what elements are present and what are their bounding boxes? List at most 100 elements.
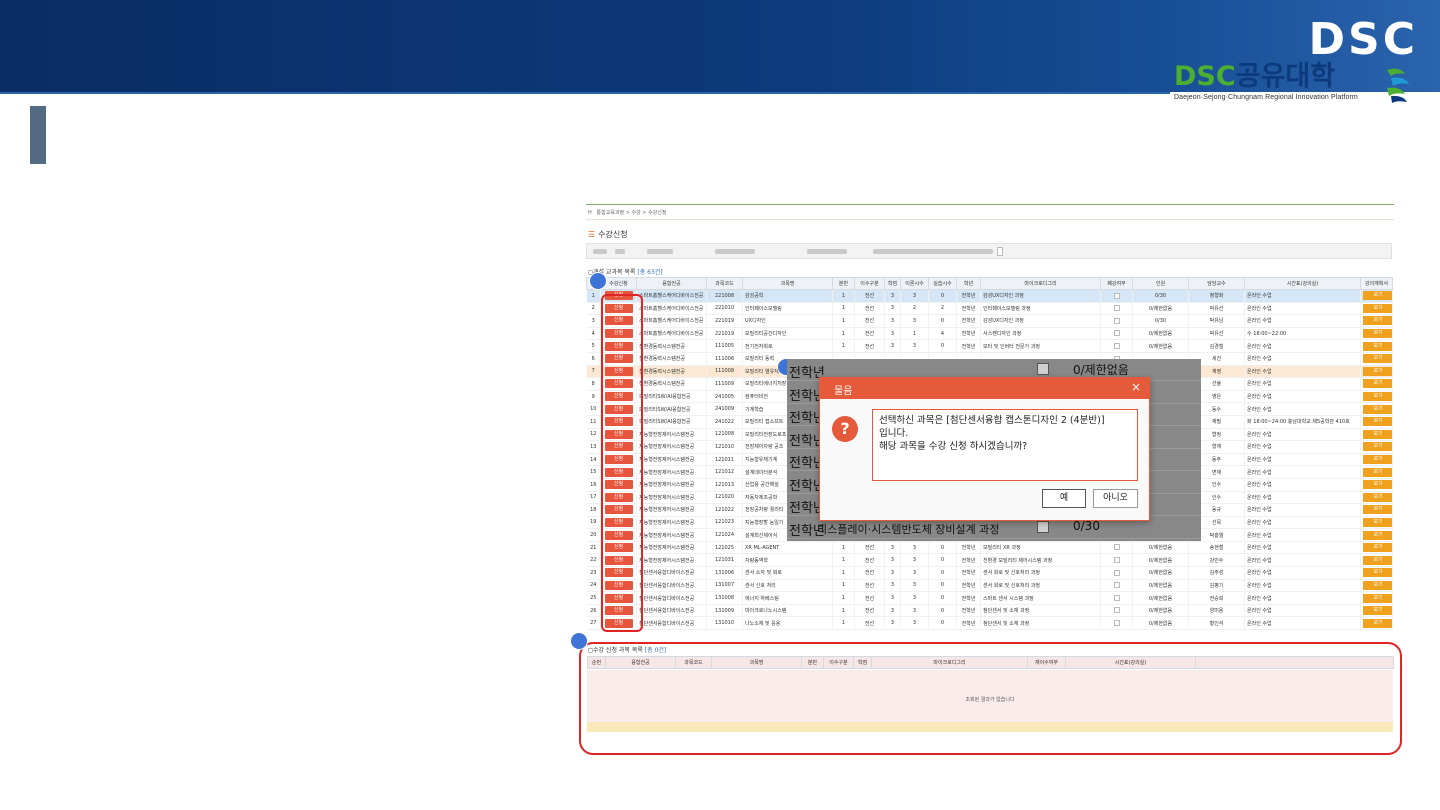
closed-checkbox[interactable]: [1113, 607, 1120, 614]
closed-checkbox[interactable]: [1113, 342, 1120, 349]
closed-checkbox[interactable]: [1113, 619, 1120, 626]
syllabus-cell: 보기: [1360, 591, 1393, 605]
timetable-cell: 온라인 수업: [1244, 465, 1361, 479]
syllabus-cell: 보기: [1360, 465, 1393, 479]
view-syllabus-button[interactable]: 보기: [1363, 404, 1392, 414]
major-cell: 친환경동력시스템전공: [636, 365, 707, 379]
closed-cell: [1100, 616, 1133, 631]
closed-checkbox[interactable]: [1113, 544, 1120, 551]
closed-checkbox[interactable]: [1113, 292, 1120, 299]
row-number: 17: [586, 491, 601, 505]
view-syllabus-button[interactable]: 보기: [1363, 505, 1392, 515]
view-syllabus-button[interactable]: 보기: [1363, 606, 1392, 616]
view-syllabus-button[interactable]: 보기: [1363, 366, 1392, 376]
table-row[interactable]: 5 신청 친환경동력시스템전공 111005 전기전자회로 1 전선 3 3 0 전학년 모터 및 인…: [586, 339, 1393, 353]
view-syllabus-button[interactable]: 보기: [1363, 618, 1392, 628]
microdegree-cell: 감성UX디자인 과정: [980, 289, 1101, 303]
filter-bar[interactable]: [586, 243, 1392, 259]
major-cell: 스마트홈헬스케어디바이스전공: [636, 327, 707, 341]
table-row[interactable]: 4 신청 스마트홈헬스케어디바이스전공 221019 모빌리티공간디자인 1 전선 3 1 4 전학…: [586, 327, 1393, 341]
home-icon[interactable]: H: [588, 210, 592, 216]
row-number: 19: [586, 516, 601, 530]
row-number: 11: [586, 415, 601, 429]
capacity-cell: 0/제한없음: [1132, 566, 1189, 580]
view-syllabus-button[interactable]: 보기: [1363, 492, 1392, 502]
no-button[interactable]: 아니오: [1093, 489, 1138, 508]
closed-checkbox[interactable]: [1113, 557, 1120, 564]
view-syllabus-button[interactable]: 보기: [1363, 329, 1392, 339]
view-syllabus-button[interactable]: 보기: [1363, 593, 1392, 603]
page-title-text: 수강신청: [598, 230, 628, 239]
row-number: 16: [586, 478, 601, 492]
major-cell: 지능형전장제어시스템전공: [636, 478, 707, 492]
closed-checkbox[interactable]: [1113, 582, 1120, 589]
section-cell: 1: [832, 541, 855, 555]
closed-checkbox[interactable]: [1113, 569, 1120, 576]
table-row[interactable]: 24 신청 첨단센서융합디바이스전공 131007 센서 신호 처리 1 전선 3 3 0 전학년 센…: [586, 579, 1393, 593]
course-code-cell: 121031: [706, 553, 743, 568]
theory-hours-cell: 2: [900, 302, 929, 316]
theory-hours-cell: 3: [900, 591, 929, 605]
view-syllabus-button[interactable]: 보기: [1363, 555, 1392, 565]
yes-button[interactable]: 예: [1042, 489, 1086, 508]
table-row[interactable]: 22 신청 지능형전장제어시스템전공 121031 차량동역학 1 전선 3 3 0 전학년 친환경 …: [586, 553, 1393, 568]
registered-list-highlight: [579, 642, 1402, 755]
timetable-cell: 화 18:00~24:00 충남대학교 제5공학관 410호: [1244, 415, 1361, 429]
view-syllabus-button[interactable]: 보기: [1363, 429, 1392, 439]
closed-checkbox[interactable]: [1113, 330, 1120, 337]
course-code-cell: 121011: [706, 453, 743, 467]
course-code-cell: 121024: [706, 528, 743, 542]
close-icon[interactable]: ×: [1131, 380, 1141, 394]
view-syllabus-button[interactable]: 보기: [1363, 580, 1392, 590]
filter-select[interactable]: [997, 247, 1003, 256]
major-cell: 지능형전장제어시스템전공: [636, 503, 707, 517]
table-row[interactable]: 27 신청 첨단센서융합디바이스전공 131010 나노소재 및 응용 1 전선 3 3 0 전학년…: [586, 616, 1393, 631]
row-number: 7: [586, 365, 601, 379]
view-syllabus-button[interactable]: 보기: [1363, 442, 1392, 452]
view-syllabus-button[interactable]: 보기: [1363, 316, 1392, 326]
filter-blur: [873, 249, 993, 254]
grade-cell: 전학년: [956, 327, 981, 341]
view-syllabus-button[interactable]: 보기: [1363, 455, 1392, 465]
view-syllabus-button[interactable]: 보기: [1363, 303, 1392, 313]
view-syllabus-button[interactable]: 보기: [1363, 568, 1392, 578]
type-cell: 전선: [854, 553, 885, 568]
dialog-message-line: 선택하신 과목은 [첨단센서융합 캡스톤디자인 2 (4분반)]: [879, 415, 1105, 426]
closed-cell: [1100, 289, 1133, 303]
view-syllabus-button[interactable]: 보기: [1363, 480, 1392, 490]
closed-checkbox[interactable]: [1113, 317, 1120, 324]
table-row[interactable]: 2 신청 스마트홈헬스케어디바이스전공 221010 인터페이스모델링 1 전선 3 2 2 전학년…: [586, 302, 1393, 316]
view-syllabus-button[interactable]: 보기: [1363, 392, 1392, 402]
view-syllabus-button[interactable]: 보기: [1363, 517, 1392, 527]
theory-hours-cell: 3: [900, 289, 929, 303]
view-syllabus-button[interactable]: 보기: [1363, 341, 1392, 351]
type-cell: 전선: [854, 541, 885, 555]
major-cell: 첨단센서융합디바이스전공: [636, 604, 707, 618]
major-cell: 지능형전장제어시스템전공: [636, 428, 707, 442]
credit-cell: 3: [884, 616, 901, 631]
row-number: 22: [586, 553, 601, 568]
view-syllabus-button[interactable]: 보기: [1363, 530, 1392, 540]
view-syllabus-button[interactable]: 보기: [1363, 379, 1392, 389]
grade-cell: 전학년: [956, 579, 981, 593]
view-syllabus-button[interactable]: 보기: [1363, 543, 1392, 553]
table-row[interactable]: 26 신청 첨단센서융합디바이스전공 131009 마이크로나노시스템 1 전선 3 3 0 전학년…: [586, 604, 1393, 618]
major-cell: 지능형전장제어시스템전공: [636, 528, 707, 542]
view-syllabus-button[interactable]: 보기: [1363, 291, 1392, 301]
table-row[interactable]: 1 신청 스마트홈헬스케어디바이스전공 221008 감성공학 1 전선 3 3 0 전학년 감성UX…: [586, 289, 1393, 303]
course-code-cell: 131008: [706, 591, 743, 605]
course-name-cell: 센서 소자 및 회로: [742, 566, 833, 580]
view-syllabus-button[interactable]: 보기: [1363, 354, 1392, 364]
syllabus-cell: 보기: [1360, 478, 1393, 492]
table-row[interactable]: 23 신청 첨단센서융합디바이스전공 131006 센서 소자 및 회로 1 전선 3 3 0 전학…: [586, 566, 1393, 580]
view-syllabus-button[interactable]: 보기: [1363, 417, 1392, 427]
closed-checkbox[interactable]: [1113, 594, 1120, 601]
view-syllabus-button[interactable]: 보기: [1363, 467, 1392, 477]
dialog-message-line: 해당 과목을 수강 신청 하시겠습니까?: [879, 441, 1028, 452]
column-header: 이수구분: [854, 277, 885, 290]
closed-checkbox[interactable]: [1113, 305, 1120, 312]
table-row[interactable]: 3 신청 스마트홈헬스케어디바이스전공 221019 UX디자인 1 전선 3 3 0 전학년 감성U…: [586, 314, 1393, 328]
table-row[interactable]: 25 신청 첨단센서융합디바이스전공 131008 에너지 하베스팅 1 전선 3 3 0 전학년 스…: [586, 591, 1393, 605]
table-row[interactable]: 21 신청 지능형전장제어시스템전공 121025 XR ML-AGENT 1 전선 3 3 0 전…: [586, 541, 1393, 555]
credit-cell: 3: [884, 604, 901, 618]
